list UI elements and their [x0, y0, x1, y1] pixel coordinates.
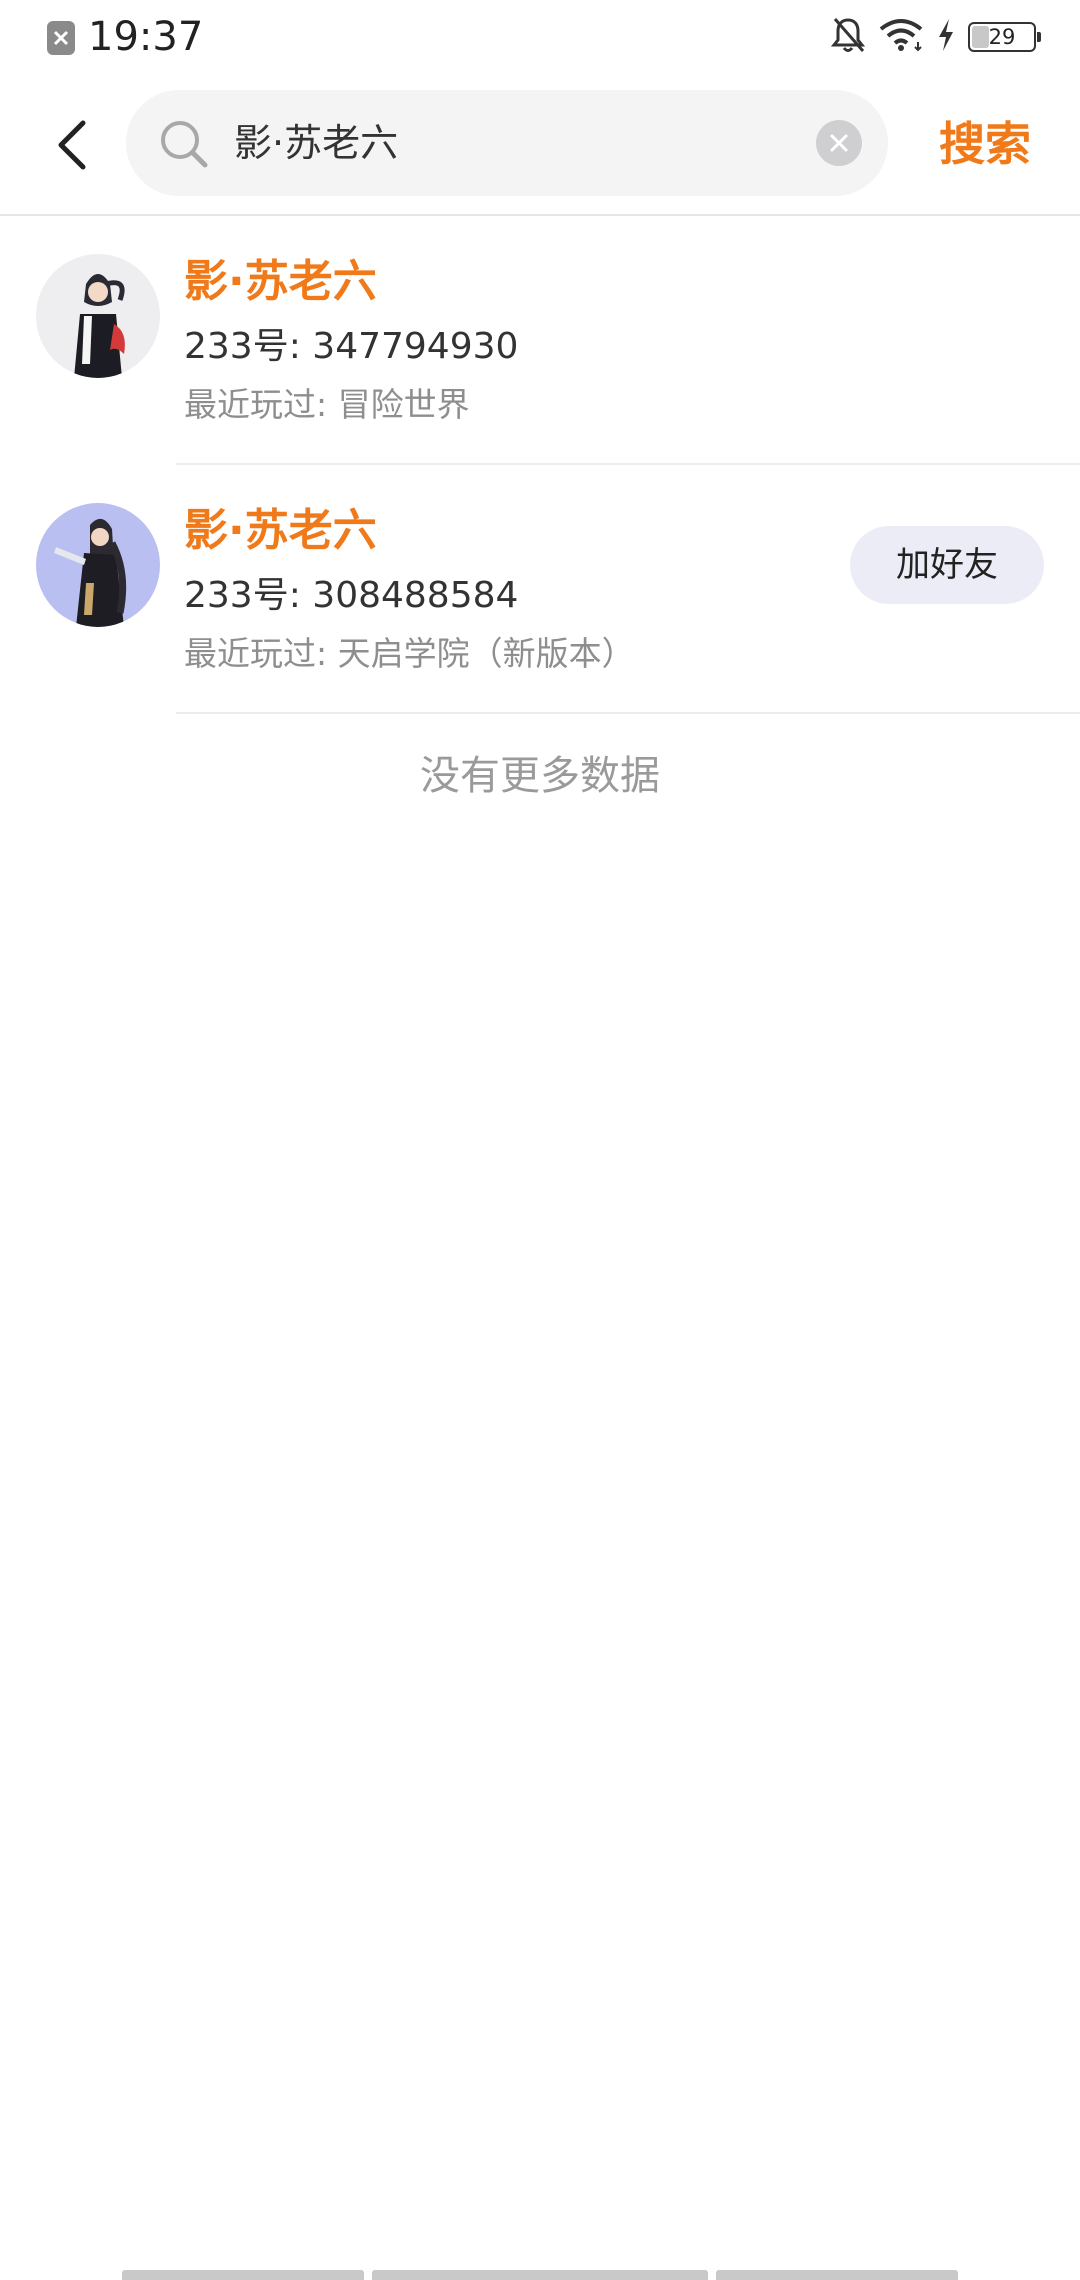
- status-bar: 19:37 29: [0, 0, 1080, 74]
- divider: [176, 712, 1080, 714]
- search-icon: [158, 118, 210, 170]
- result-list: 影·苏老六 233号: 347794930 最近玩过: 冒险世界 影·苏老六 2…: [0, 216, 1080, 799]
- avatar[interactable]: [36, 503, 160, 627]
- user-name: 影·苏老六: [184, 256, 377, 307]
- nav-hint-right: [716, 2270, 958, 2280]
- clear-search-button[interactable]: [816, 120, 862, 166]
- close-icon: [830, 134, 848, 152]
- search-header: 影·苏老六 搜索: [0, 74, 1080, 216]
- no-more-data-text: 没有更多数据: [420, 753, 660, 799]
- nav-hint-left: [122, 2270, 364, 2280]
- avatar[interactable]: [36, 254, 160, 378]
- list-item[interactable]: 影·苏老六 233号: 347794930 最近玩过: 冒险世界: [0, 216, 1080, 465]
- add-friend-button[interactable]: 加好友: [850, 526, 1044, 604]
- back-button[interactable]: [38, 104, 104, 186]
- chevron-left-icon: [58, 120, 86, 170]
- status-time: 19:37: [88, 14, 204, 60]
- wifi-icon: [878, 18, 924, 56]
- user-id: 233号: 347794930: [184, 326, 519, 367]
- status-icons: 29: [830, 14, 1041, 60]
- search-button[interactable]: 搜索: [920, 94, 1050, 194]
- user-name: 影·苏老六: [184, 505, 377, 556]
- battery-text: 29: [988, 25, 1016, 49]
- app-notification-icon: [47, 21, 75, 55]
- nav-hint-center: [372, 2270, 708, 2280]
- charging-icon: [936, 18, 956, 56]
- search-results-screen: 19:37 29 影·苏老六 搜索 影·苏老六 233号: 347794930 …: [0, 0, 1080, 2280]
- search-input[interactable]: 影·苏老六: [234, 90, 398, 196]
- recent-played: 最近玩过: 冒险世界: [184, 385, 470, 424]
- user-id: 233号: 308488584: [184, 575, 519, 616]
- bell-off-icon: [830, 16, 866, 58]
- battery-icon: 29: [968, 22, 1041, 52]
- search-box[interactable]: 影·苏老六: [126, 90, 888, 196]
- recent-played: 最近玩过: 天启学院（新版本）: [184, 634, 635, 673]
